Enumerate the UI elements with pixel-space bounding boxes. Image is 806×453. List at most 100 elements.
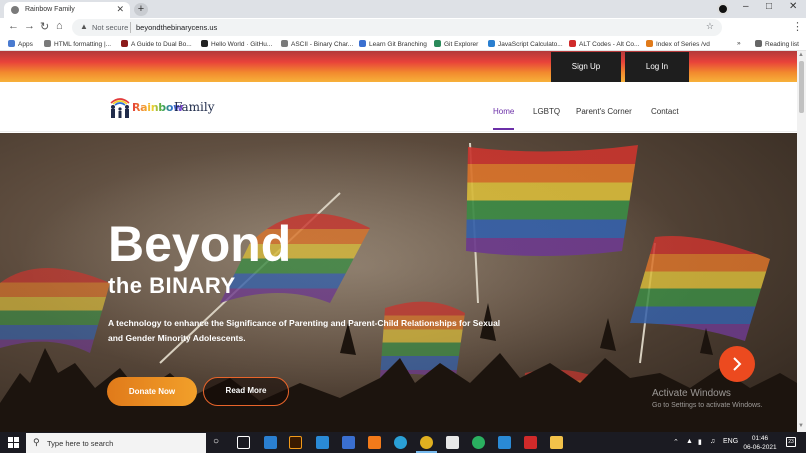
home-icon[interactable]: ⌂: [56, 20, 63, 32]
new-tab-button[interactable]: +: [134, 3, 148, 16]
hero-description: A technology to enhance the Significance…: [108, 318, 501, 343]
site-logo[interactable]: Rainbow Family: [108, 97, 215, 119]
vscode-icon[interactable]: [498, 436, 511, 449]
volume-icon[interactable]: ♫: [710, 438, 715, 445]
forward-icon[interactable]: →: [24, 20, 35, 32]
bookmarks-overflow-icon[interactable]: »: [737, 40, 741, 47]
watermark-title: Activate Windows: [652, 388, 731, 399]
store-icon[interactable]: [446, 436, 459, 449]
family-logo-icon: [110, 98, 130, 118]
tab-strip: Rainbow Family ✕ + – □ ✕: [0, 0, 806, 18]
bookmark-favicon: [44, 40, 51, 47]
chevron-right-icon: [733, 357, 742, 371]
url-text[interactable]: beyondthebinarycens.us: [136, 23, 217, 32]
address-bar[interactable]: ▲ Not secure beyondthebinarycens.us ☆: [72, 19, 722, 36]
divider: [130, 22, 131, 33]
bookmark-item[interactable]: Apps: [8, 40, 33, 48]
record-icon[interactable]: [717, 3, 729, 15]
mail-icon[interactable]: [264, 436, 277, 449]
cortana-icon[interactable]: ○: [213, 436, 219, 447]
bookmark-item[interactable]: A Guide to Dual Bo...: [121, 40, 192, 48]
close-window-icon[interactable]: ✕: [789, 1, 797, 12]
clock-date: 06-06-2021: [743, 444, 777, 451]
back-icon[interactable]: ←: [8, 20, 19, 32]
donate-button[interactable]: Donate Now: [107, 377, 197, 406]
language-indicator[interactable]: ENG: [723, 438, 738, 445]
bookmark-item[interactable]: Index of Series /vd: [646, 40, 710, 48]
bookmark-favicon: [646, 40, 653, 47]
security-label[interactable]: Not secure: [92, 23, 128, 32]
nav-parents-corner[interactable]: Parent's Corner: [576, 107, 632, 116]
logo-family-text: Family: [174, 100, 215, 114]
hero-section: Beyond the BINARY A technology to enhanc…: [0, 133, 797, 432]
bookmark-item[interactable]: JavaScript Calculato...: [488, 40, 563, 48]
hero-title: Beyond: [108, 216, 292, 272]
github-icon: [201, 40, 208, 47]
carousel-next-button[interactable]: [719, 346, 755, 382]
watermark-subtitle: Go to Settings to activate Windows.: [652, 402, 763, 409]
read-more-button[interactable]: Read More: [203, 377, 289, 406]
calculator-icon[interactable]: [342, 436, 355, 449]
search-icon: ⚲: [33, 437, 40, 447]
warning-icon[interactable]: ▲: [80, 22, 88, 31]
whatsapp-icon[interactable]: [472, 436, 485, 449]
sublime-icon[interactable]: [368, 436, 381, 449]
browser-tab[interactable]: Rainbow Family ✕: [4, 2, 130, 18]
page-viewport: Sign Up Log In Rainbow Family Home LGBTQ…: [0, 51, 797, 432]
top-gradient-bar: Sign Up Log In: [0, 51, 797, 82]
bookmark-item[interactable]: Git Explorer: [434, 40, 478, 48]
taskbar-search[interactable]: ⚲ Type here to search: [26, 433, 206, 453]
bookmark-favicon: [121, 40, 128, 47]
task-view-icon[interactable]: [237, 436, 250, 449]
bookmark-item[interactable]: ALT Codes - Alt Co...: [569, 40, 639, 48]
scroll-down-icon[interactable]: ▼: [798, 423, 804, 429]
taskbar-clock[interactable]: 01:46 06-06-2021: [740, 434, 780, 452]
nav-lgbtq[interactable]: LGBTQ: [533, 107, 560, 116]
maximize-icon[interactable]: □: [766, 1, 772, 12]
windows-start-icon[interactable]: [8, 437, 19, 448]
bookmark-favicon: [359, 40, 366, 47]
nav-home[interactable]: Home: [493, 107, 515, 130]
bookmark-star-icon[interactable]: ☆: [706, 21, 714, 32]
bookmark-favicon: [434, 40, 441, 47]
close-tab-icon[interactable]: ✕: [116, 4, 124, 15]
notification-center-icon[interactable]: 23: [786, 437, 796, 447]
nav-contact[interactable]: Contact: [651, 107, 679, 116]
edge-icon[interactable]: [394, 436, 407, 449]
show-hidden-icons[interactable]: ⌃: [673, 438, 679, 446]
browser-toolbar: ← → ↻ ⌂ ▲ Not secure beyondthebinarycens…: [0, 18, 806, 50]
windows-taskbar: ⚲ Type here to search ○ ⌃ ▲ ▮ ♫ ENG 01:4…: [0, 432, 806, 453]
scrollbar-thumb[interactable]: [799, 61, 804, 113]
bookmark-item[interactable]: ASCII - Binary Char...: [281, 40, 353, 48]
globe-icon: [11, 6, 19, 14]
scroll-up-icon[interactable]: ▲: [798, 52, 804, 58]
bookmark-item[interactable]: HTML formatting |...: [44, 40, 111, 48]
hero-subtitle: the BINARY: [108, 273, 236, 298]
site-navbar: Rainbow Family Home LGBTQ Parent's Corne…: [0, 82, 797, 132]
chrome-icon[interactable]: [420, 436, 433, 449]
acrobat-icon[interactable]: [524, 436, 537, 449]
bookmark-item[interactable]: Learn Git Branching: [359, 40, 427, 48]
battery-icon[interactable]: ▮: [698, 438, 702, 446]
bookmark-favicon: [281, 40, 288, 47]
activate-windows-watermark: Activate Windows Go to Settings to activ…: [652, 388, 763, 409]
network-icon[interactable]: ▲: [686, 438, 693, 445]
bookmarks-bar: Apps HTML formatting |... A Guide to Dua…: [0, 37, 806, 51]
menu-icon[interactable]: ⋮: [792, 20, 803, 33]
reading-list-icon: [755, 40, 762, 47]
vscode-icon[interactable]: [316, 436, 329, 449]
login-button[interactable]: Log In: [625, 52, 689, 82]
reading-list-item[interactable]: Reading list: [755, 40, 799, 48]
search-placeholder: Type here to search: [47, 439, 114, 448]
bookmark-item[interactable]: Hello World · GitHu...: [201, 40, 272, 48]
apps-icon: [8, 40, 15, 47]
minimize-icon[interactable]: –: [743, 1, 749, 12]
illustrator-icon[interactable]: [289, 436, 302, 449]
bookmark-favicon: [488, 40, 495, 47]
file-explorer-icon[interactable]: [550, 436, 563, 449]
reload-icon[interactable]: ↻: [40, 20, 49, 33]
signup-button[interactable]: Sign Up: [551, 52, 621, 82]
clock-time: 01:46: [751, 435, 769, 442]
bookmark-favicon: [569, 40, 576, 47]
page-scrollbar[interactable]: ▲ ▼: [797, 51, 806, 432]
